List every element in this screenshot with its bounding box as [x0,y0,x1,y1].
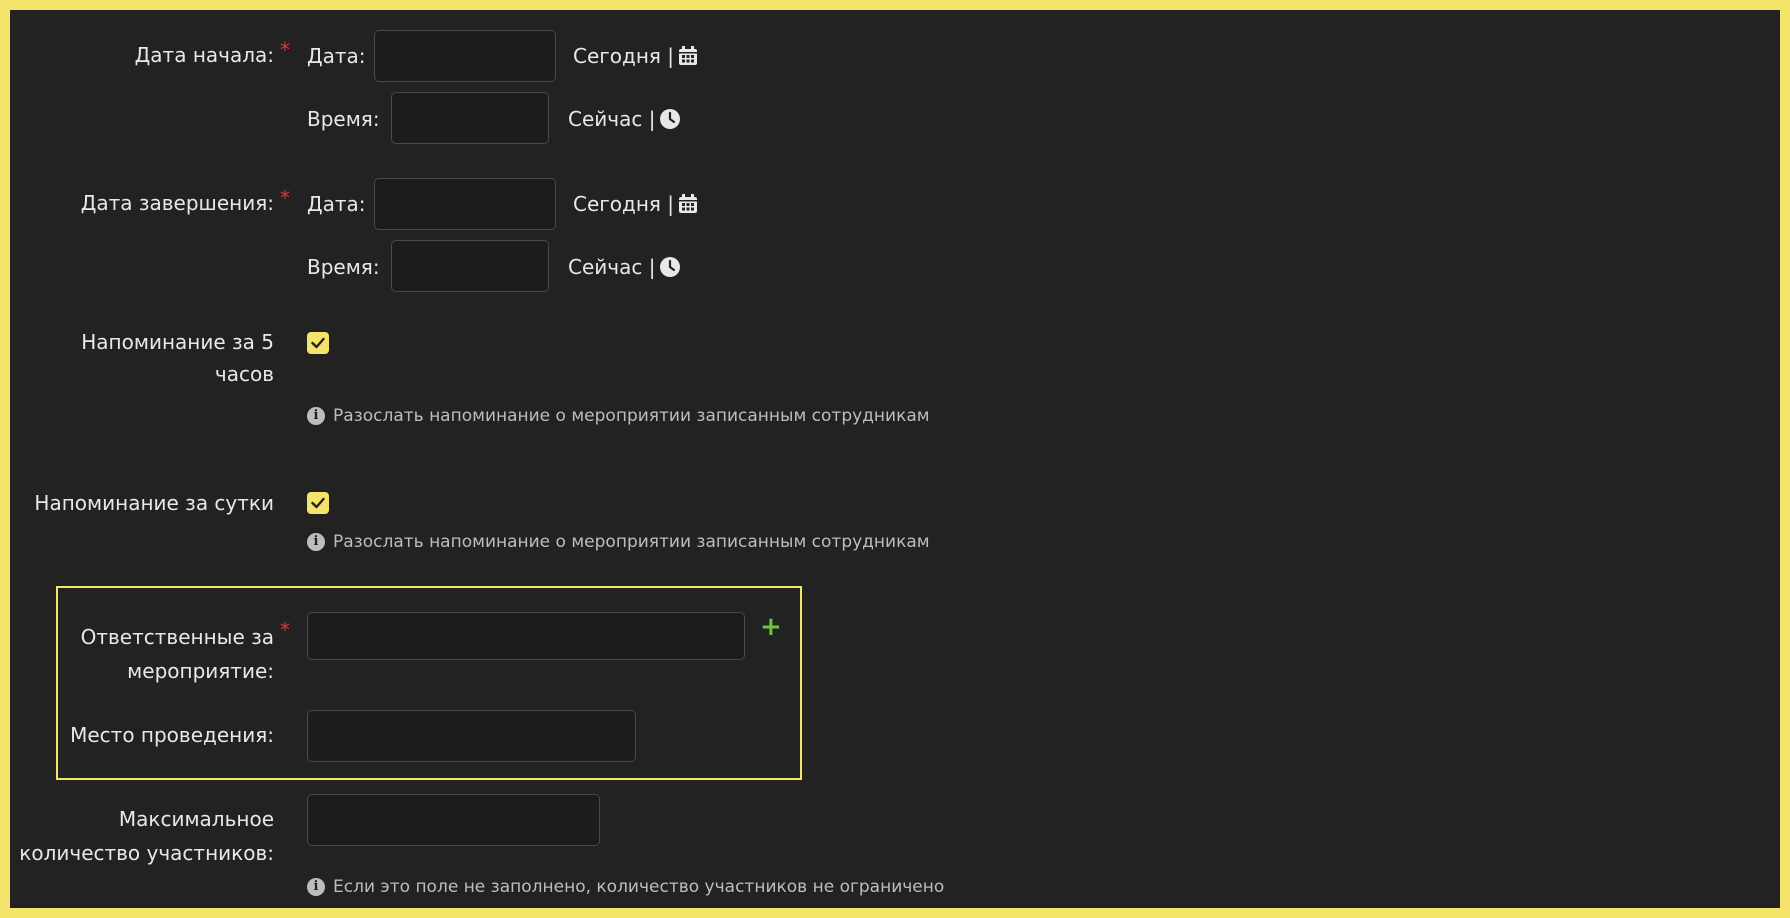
start-date-sublabel: Дата: [307,44,366,68]
reminder-5h-label-line1: Напоминание за 5 [81,330,274,354]
max-participants-input[interactable] [307,794,600,846]
reminder-day-help: i Разослать напоминание о мероприятии за… [307,531,930,553]
required-mark: * [280,38,290,62]
reminder-day-label: Напоминание за сутки [34,491,274,515]
required-mark: * [280,186,290,210]
now-link-label: Сейчас | [568,107,656,131]
start-date-input[interactable] [374,30,556,82]
end-date-input[interactable] [374,178,556,230]
info-icon: i [307,533,325,551]
end-date-label: Дата завершения: [80,191,274,215]
max-participants-help: i Если это поле не заполнено, количество… [307,876,944,898]
today-link-label: Сегодня | [573,44,675,68]
required-mark: * [280,618,290,642]
calendar-icon[interactable] [678,46,698,66]
calendar-icon[interactable] [678,194,698,214]
reminder-5h-help-text: Разослать напоминание о мероприятии запи… [333,406,930,426]
reminder-5h-label: Напоминание за 5 часов [10,326,274,390]
responsible-label-line1: Ответственные за [80,625,274,649]
max-participants-help-text: Если это поле не заполнено, количество у… [333,877,945,897]
end-time-sublabel: Время: [307,255,380,279]
check-icon [311,497,325,509]
reminder-5h-help: i Разослать напоминание о мероприятии за… [307,405,930,427]
reminder-day-help-text: Разослать напоминание о мероприятии запи… [333,532,930,552]
today-link-label: Сегодня | [573,192,675,216]
max-participants-label-line1: Максимальное [118,807,274,831]
end-today-link[interactable]: Сегодня | [573,192,698,216]
reminder-day-checkbox[interactable] [307,492,329,514]
add-responsible-plus-icon[interactable]: + [760,614,782,640]
clock-icon[interactable] [659,108,681,130]
max-participants-label-line2: количество участников: [19,841,274,865]
responsible-label-line2: мероприятие: [127,659,274,683]
venue-label: Место проведения: [70,723,274,747]
end-date-sublabel: Дата: [307,192,366,216]
start-time-input[interactable] [391,92,549,144]
start-today-link[interactable]: Сегодня | [573,44,698,68]
reminder-5h-checkbox[interactable] [307,332,329,354]
responsible-label: Ответственные за мероприятие: [10,620,274,688]
max-participants-label: Максимальное количество участников: [10,802,274,870]
info-icon: i [307,407,325,425]
start-now-link[interactable]: Сейчас | [568,107,681,131]
start-time-sublabel: Время: [307,107,380,131]
clock-icon[interactable] [659,256,681,278]
reminder-5h-label-line2: часов [214,362,274,386]
responsible-input[interactable] [307,612,745,660]
end-now-link[interactable]: Сейчас | [568,255,681,279]
end-time-input[interactable] [391,240,549,292]
form-panel: Дата начала: * Дата: Сегодня | Время: Се… [10,10,1780,908]
now-link-label: Сейчас | [568,255,656,279]
start-date-label: Дата начала: [134,43,274,67]
info-icon: i [307,878,325,896]
venue-input[interactable] [307,710,636,762]
check-icon [311,337,325,349]
